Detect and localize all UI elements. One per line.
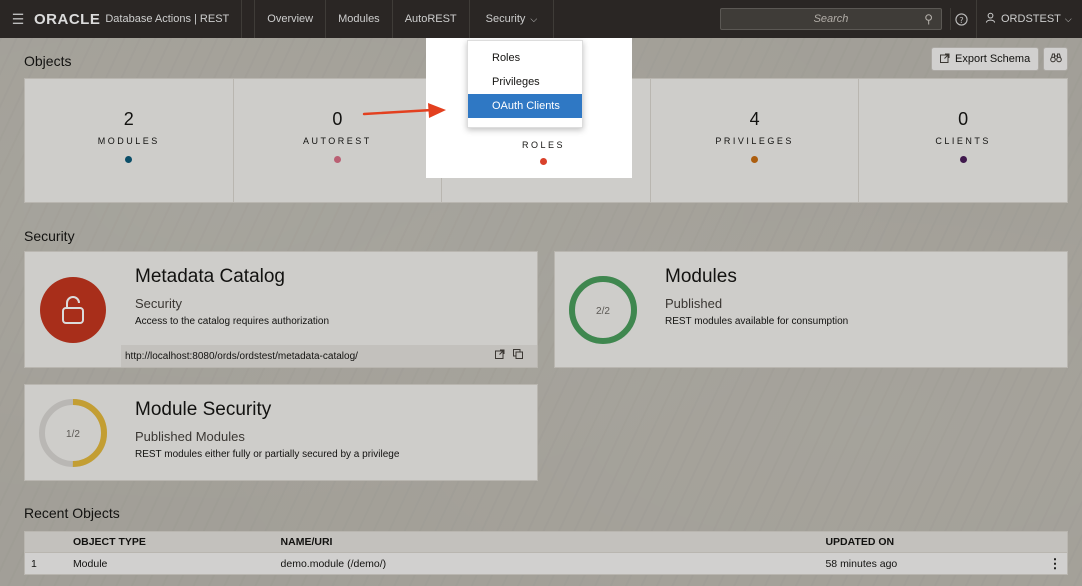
binoculars-icon [1049, 53, 1062, 66]
module-security-card[interactable]: 1/2 Module Security Published Modules RE… [24, 384, 538, 481]
status-dot [959, 156, 967, 163]
tab-overview[interactable]: Overview [254, 0, 327, 38]
search-placeholder: Search [813, 13, 849, 25]
card-title: Modules [665, 266, 737, 287]
recent-objects-heading: Recent Objects [24, 505, 120, 521]
menu-item-privileges[interactable]: Privileges [468, 70, 582, 94]
row-name[interactable]: demo.module (/demo/) [281, 558, 824, 570]
card-subtitle: Published [665, 296, 723, 311]
username: ORDSTEST [1001, 13, 1061, 25]
copy-icon[interactable] [513, 349, 523, 362]
menu-item-oauth-clients[interactable]: OAuth Clients [468, 94, 582, 118]
chevron-down-icon: ⌵ [1064, 13, 1072, 24]
lock-badge [25, 252, 121, 367]
counter-autorest[interactable]: 0 AUTOREST [234, 79, 443, 202]
objects-heading: Objects [24, 53, 72, 69]
progress-ratio: 2/2 [596, 306, 610, 317]
modules-gauge: 2/2 [555, 252, 651, 367]
top-navigation-bar: ☰ ORACLE Database Actions | REST Overvie… [0, 0, 1082, 38]
menu-item-roles[interactable]: Roles [468, 46, 582, 70]
svg-text:?: ? [959, 14, 963, 24]
unlock-icon [40, 276, 106, 343]
product-name: Database Actions | REST [105, 13, 230, 25]
roles-label: ROLES [522, 140, 566, 150]
counter-value: 2 [123, 109, 134, 129]
progress-ring: 2/2 [569, 275, 637, 344]
help-icon[interactable]: ? [950, 8, 972, 30]
card-description: REST modules either fully or partially s… [135, 449, 400, 460]
status-dot [333, 156, 341, 163]
annotation-arrow-icon [362, 103, 446, 118]
search-icon[interactable]: ⚲ [924, 12, 933, 26]
card-description: REST modules available for consumption [665, 316, 849, 327]
kebab-menu-icon[interactable]: ⋮ [1043, 556, 1067, 572]
counter-label: AUTOREST [302, 136, 372, 146]
card-title: Metadata Catalog [135, 266, 285, 287]
tab-security-label: Security [485, 13, 526, 25]
recent-objects-table: OBJECT TYPE NAME/URI UPDATED ON 1 Module… [24, 531, 1068, 575]
card-title: Module Security [135, 399, 272, 420]
tab-autorest[interactable]: AutoREST [393, 0, 470, 38]
status-dot [125, 156, 133, 163]
counter-privileges[interactable]: 4 PRIVILEGES [651, 79, 860, 202]
row-index: 1 [31, 557, 37, 570]
status-dot [751, 156, 759, 163]
counter-label: MODULES [97, 136, 160, 146]
export-schema-button[interactable]: Export Schema [931, 47, 1040, 71]
counter-value: 0 [958, 109, 969, 129]
user-icon [985, 12, 996, 26]
card-subtitle: Published Modules [135, 429, 245, 444]
brand[interactable]: ORACLE Database Actions | REST [30, 0, 243, 38]
header-name-uri[interactable]: NAME/URI [281, 536, 824, 548]
oracle-logo: ORACLE [34, 10, 101, 28]
counter-label: CLIENTS [935, 136, 991, 146]
table-row[interactable]: 1 Module demo.module (/demo/) 58 minutes… [24, 553, 1068, 575]
roles-status-dot [540, 158, 547, 165]
security-dropdown-menu: Roles Privileges OAuth Clients [467, 40, 583, 128]
user-menu[interactable]: ORDSTEST ⌵ [976, 0, 1072, 38]
module-security-gauge: 1/2 [25, 385, 121, 480]
progress-ring: 1/2 [39, 398, 107, 467]
card-subtitle: Security [135, 296, 182, 311]
export-schema-label: Export Schema [955, 53, 1031, 65]
header-updated-on[interactable]: UPDATED ON [823, 536, 1043, 548]
tab-modules[interactable]: Modules [326, 0, 393, 38]
counter-clients[interactable]: 0 CLIENTS [859, 79, 1067, 202]
chevron-down-icon: ⌵ [530, 13, 538, 24]
open-external-icon[interactable] [495, 349, 508, 362]
catalog-url-bar: http://localhost:8080/ords/ordstest/meta… [121, 345, 537, 367]
header-object-type[interactable]: OBJECT TYPE [63, 536, 281, 548]
security-heading: Security [24, 228, 75, 244]
tab-security[interactable]: Security ⌵ [470, 0, 555, 38]
card-description: Access to the catalog requires authoriza… [135, 316, 329, 327]
modules-card[interactable]: 2/2 Modules Published REST modules avail… [554, 251, 1068, 368]
counter-value: 4 [749, 109, 760, 129]
binoculars-button[interactable] [1043, 47, 1068, 71]
table-header: OBJECT TYPE NAME/URI UPDATED ON [24, 531, 1068, 553]
counter-label: PRIVILEGES [715, 136, 794, 146]
row-updated: 58 minutes ago [825, 557, 898, 570]
metadata-catalog-card[interactable]: Metadata Catalog Security Access to the … [24, 251, 538, 368]
row-type: Module [72, 557, 108, 570]
counter-modules[interactable]: 2 MODULES [25, 79, 234, 202]
hamburger-menu-icon[interactable]: ☰ [6, 11, 30, 28]
catalog-url[interactable]: http://localhost:8080/ords/ordstest/meta… [125, 351, 358, 362]
search-input[interactable]: Search ⚲ [720, 8, 942, 30]
export-icon [940, 53, 950, 66]
progress-ratio: 1/2 [66, 429, 80, 440]
